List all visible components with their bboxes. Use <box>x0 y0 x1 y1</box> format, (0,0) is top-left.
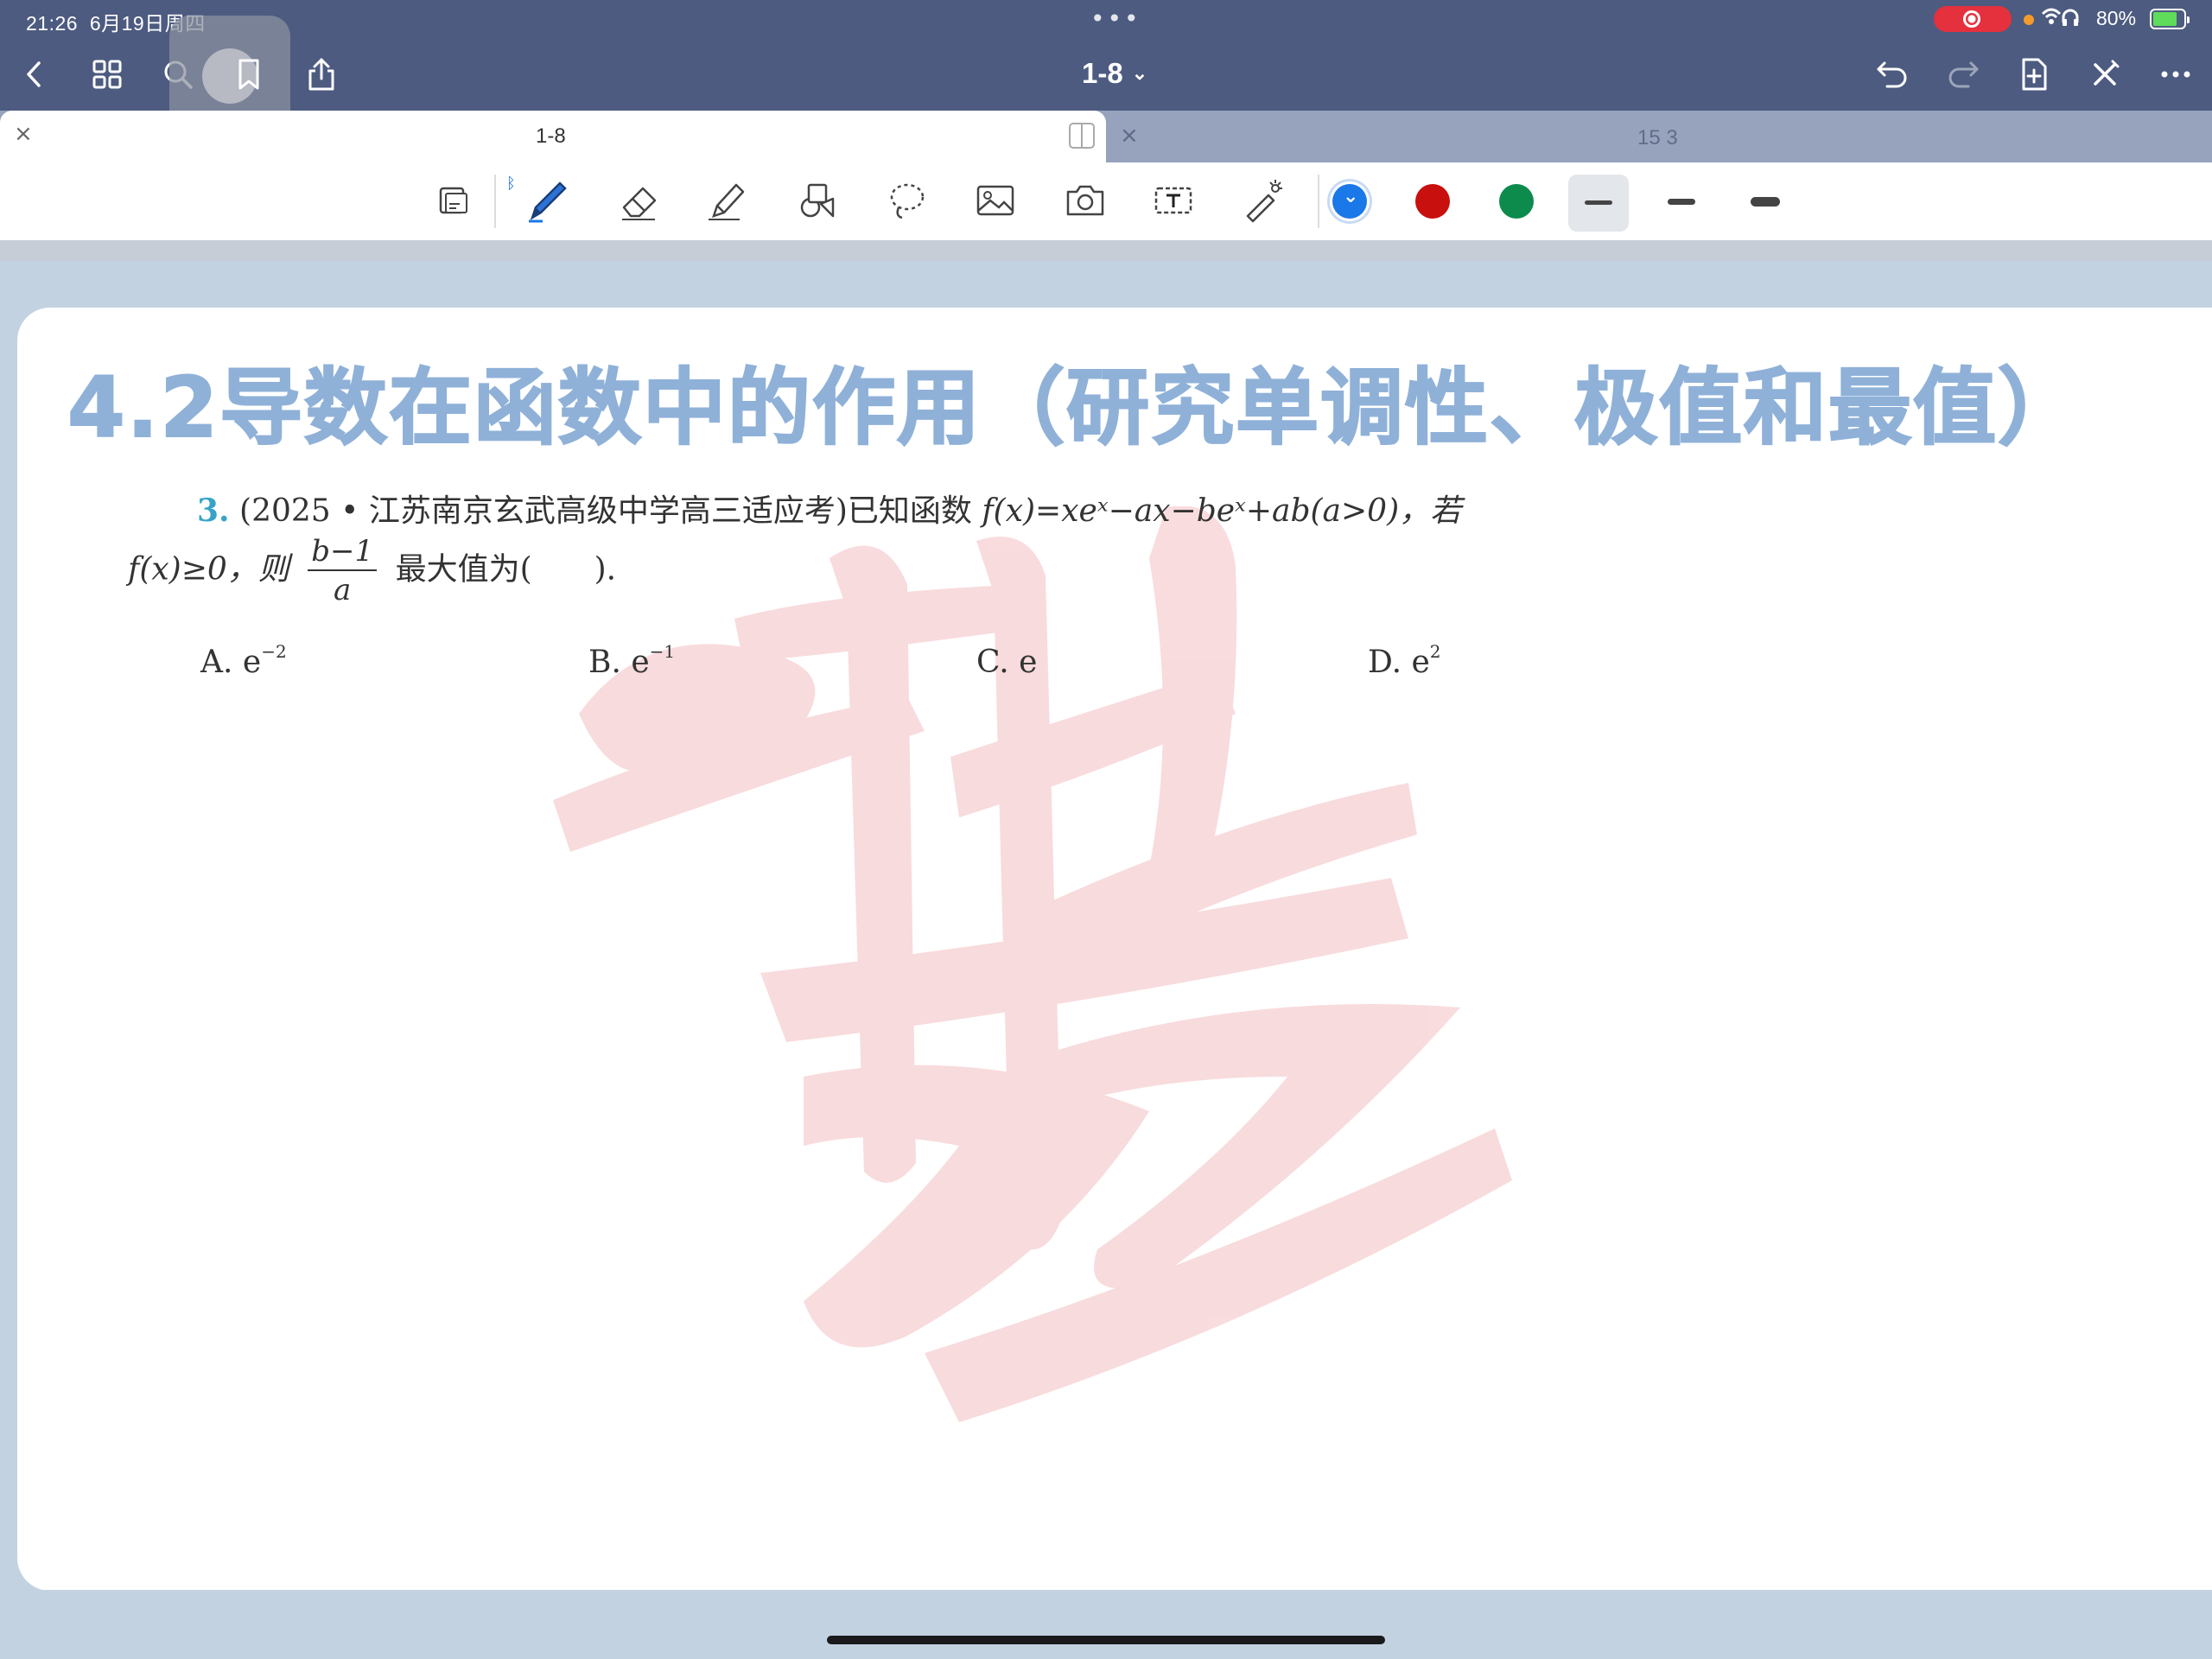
chevron-down-icon: ⌄ <box>1131 62 1148 84</box>
tab-label: 1-8 <box>536 124 566 148</box>
fraction-denominator: a <box>334 572 352 607</box>
page-separator <box>0 240 2212 261</box>
choice-d[interactable]: D. e2 <box>1368 641 1441 680</box>
stroke-width-thin[interactable] <box>1568 175 1629 232</box>
grid-view-icon[interactable] <box>86 54 128 95</box>
laser-pointer-icon[interactable] <box>1239 176 1287 225</box>
choice-c[interactable]: C. e <box>976 645 1037 680</box>
add-page-icon[interactable] <box>2013 54 2055 95</box>
fraction-numerator: b−1 <box>308 534 378 571</box>
choice-a[interactable]: A. e−2 <box>200 641 287 680</box>
toolbar-divider <box>1318 175 1319 228</box>
tab-1-8[interactable]: × 1-8 <box>0 111 1106 162</box>
annotation-toolbar: ᛒ <box>0 162 2212 240</box>
color-swatch-blue[interactable] <box>1332 184 1367 219</box>
text-icon[interactable] <box>1149 176 1198 225</box>
more-options-icon[interactable] <box>2155 54 2196 95</box>
toolbar-divider <box>494 175 496 228</box>
shapes-icon[interactable] <box>793 176 842 225</box>
tab-label[interactable]: 15 3 <box>1637 126 1678 150</box>
close-tab-icon[interactable]: × <box>1120 123 1139 149</box>
bluetooth-icon: ᛒ <box>506 175 516 193</box>
share-icon[interactable] <box>301 54 342 95</box>
question-function: f(x)=xeˣ−ax−beˣ+ab(a>0)，若 <box>982 493 1462 529</box>
color-swatch-red[interactable] <box>1415 184 1450 219</box>
document-title[interactable]: 1-8 ⌄ <box>1082 57 1147 90</box>
question-number: 3. <box>197 493 230 529</box>
document-page[interactable]: 4.2导数在函数中的作用（研究单调性、极值和最值） 3. (2025 • 江苏南… <box>17 308 2212 1591</box>
page-bottom-margin <box>0 1590 2212 1659</box>
eraser-icon[interactable] <box>615 176 664 225</box>
pen-icon[interactable] <box>524 176 572 225</box>
multitask-dots[interactable]: ••• <box>1090 4 1141 33</box>
split-view-icon[interactable] <box>1069 123 1095 149</box>
question-suffix: 最大值为( ). <box>395 551 617 588</box>
highlighter-icon[interactable] <box>703 176 752 225</box>
back-icon[interactable] <box>14 54 55 95</box>
watermark-logo <box>553 506 1512 1422</box>
question-line-1: 3. (2025 • 江苏南京玄武高级中学高三适应考)已知函数 f(x)=xeˣ… <box>197 486 1461 531</box>
page-transform-icon[interactable] <box>429 176 477 225</box>
screen-recording-indicator[interactable] <box>1934 6 2012 32</box>
home-indicator[interactable] <box>827 1636 1385 1644</box>
wifi-icon <box>2039 5 2081 33</box>
battery-icon <box>2150 9 2190 29</box>
undo-icon[interactable] <box>1872 54 1913 95</box>
camera-icon[interactable] <box>1061 176 1109 225</box>
section-heading: 4.2导数在函数中的作用（研究单调性、极值和最值） <box>67 359 2083 457</box>
color-swatch-green[interactable] <box>1499 184 1534 219</box>
stroke-width-thick[interactable] <box>1751 197 1780 207</box>
lasso-icon[interactable] <box>883 176 931 225</box>
close-tab-icon[interactable]: × <box>14 121 33 147</box>
redo-icon[interactable] <box>1942 54 1984 95</box>
choice-b[interactable]: B. e−1 <box>588 641 675 680</box>
mic-in-use-dot <box>2024 15 2034 25</box>
fraction: b−1 a <box>308 534 378 609</box>
bookmark-icon[interactable] <box>228 54 270 95</box>
battery-percent: 80% <box>2096 7 2137 29</box>
tab-bar: × 1-8 × 15 3 <box>0 111 2212 162</box>
question-line-2: f(x)≥0，则 b−1 a 最大值为( ). <box>128 534 616 609</box>
stroke-width-medium[interactable] <box>1668 199 1695 205</box>
question-condition: f(x)≥0，则 <box>128 551 289 588</box>
close-edit-icon[interactable] <box>2084 54 2126 95</box>
top-bar: 21:26 6月19日周四 ••• 80% 1-8 ⌄ <box>0 0 2212 138</box>
image-icon[interactable] <box>971 176 1020 225</box>
question-source: (2025 • 江苏南京玄武高级中学高三适应考)已知函数 <box>239 493 972 529</box>
